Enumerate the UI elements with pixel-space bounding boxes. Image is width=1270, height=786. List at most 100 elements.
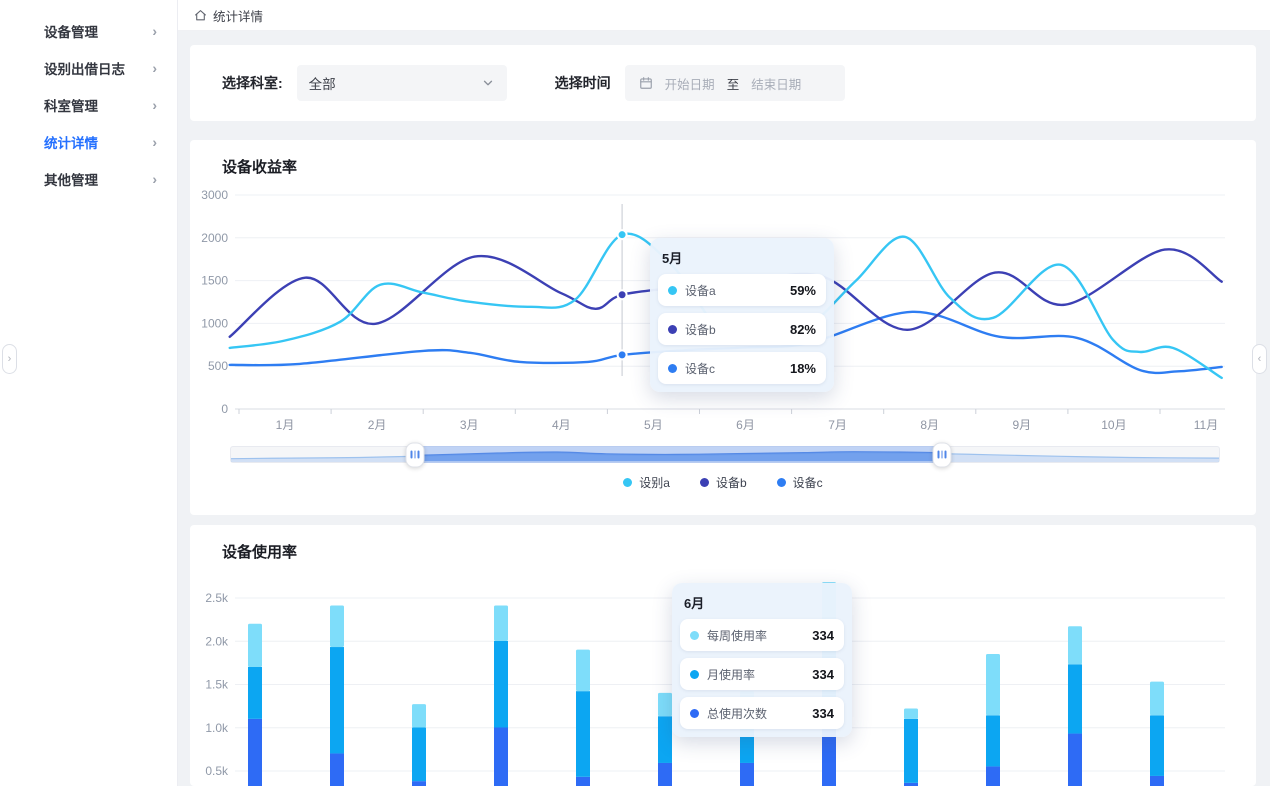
bar-segment-月使用率-6月[interactable] [658,716,672,763]
legend-item-series-c[interactable]: 设备c [777,474,823,491]
tooltip-row-label: 设备b [685,321,716,338]
datazoom-slider[interactable] [230,446,1220,463]
legend-label: 设备b [716,474,747,491]
usage-tooltip: 6月 每周使用率 334 月使用率 334 总使用次数 334 [672,583,852,737]
breadcrumb-title: 统计详情 [213,6,263,25]
svg-text:10月: 10月 [1101,418,1126,432]
legend-item-series-a[interactable]: 设别a [623,474,670,491]
panel-collapse-button[interactable]: ‹ [1252,344,1267,374]
bar-segment-月使用率-9月[interactable] [904,719,918,783]
bar-segment-每周使用率-5月[interactable] [576,650,590,692]
bar-segment-每周使用率-3月[interactable] [412,704,426,727]
svg-text:1500: 1500 [201,274,228,288]
svg-text:1000: 1000 [201,316,228,330]
sidebar-expand-button[interactable]: › [2,344,17,374]
hover-dot [618,290,627,299]
usage-chart-title: 设备使用率 [222,541,297,562]
revenue-chart-title: 设备收益率 [222,156,297,177]
svg-text:3月: 3月 [460,418,479,432]
start-date-placeholder[interactable]: 开始日期 [665,74,715,93]
tooltip-row-value: 18% [772,361,816,376]
tooltip-row-value: 334 [794,706,834,721]
bar-segment-每周使用率-1月[interactable] [248,624,262,667]
bar-segment-总使用次数-5月[interactable] [576,777,590,786]
bar-segment-月使用率-2月[interactable] [330,647,344,753]
sidebar-item-lending-log[interactable]: 设别出借日志 › [0,49,177,86]
bar-segment-每周使用率-6月[interactable] [658,693,672,716]
department-select-value: 全部 [309,73,336,93]
datazoom-right-handle[interactable] [932,442,951,467]
date-range-picker[interactable]: 开始日期 至 结束日期 [625,65,845,101]
bar-segment-月使用率-1月[interactable] [248,667,262,719]
tooltip-row: 月使用率 334 [680,658,844,690]
bar-segment-每周使用率-2月[interactable] [330,606,344,648]
bar-segment-总使用次数-10月[interactable] [986,766,1000,786]
svg-text:2000: 2000 [201,231,228,245]
bar-segment-总使用次数-6月[interactable] [658,763,672,786]
svg-text:6月: 6月 [736,418,755,432]
chevron-right-icon: › [152,24,157,38]
datazoom-window[interactable] [415,446,942,463]
svg-text:9月: 9月 [1012,418,1031,432]
svg-text:5月: 5月 [644,418,663,432]
datazoom-wave-selected [415,446,942,461]
bar-segment-月使用率-10月[interactable] [986,715,1000,766]
series-b-dot-icon [700,478,709,487]
weekly-usage-dot-icon [690,631,699,640]
bar-segment-月使用率-11月[interactable] [1068,664,1082,733]
svg-text:7月: 7月 [828,418,847,432]
legend-label: 设别a [639,474,670,491]
bar-segment-总使用次数-3月[interactable] [412,781,426,786]
bar-segment-每周使用率-9月[interactable] [904,708,918,718]
bar-segment-总使用次数-12月[interactable] [1150,776,1164,786]
sidebar-item-department-management[interactable]: 科室管理 › [0,86,177,123]
bar-segment-总使用次数-11月[interactable] [1068,734,1082,786]
tooltip-row-value: 59% [772,283,816,298]
chevron-right-icon: › [152,98,157,112]
bar-segment-月使用率-12月[interactable] [1150,715,1164,776]
breadcrumb: 统计详情 [178,0,1270,31]
bar-segment-总使用次数-1月[interactable] [248,719,262,786]
chevron-right-icon: › [152,135,157,149]
sidebar-item-statistics-detail[interactable]: 统计详情 › [0,123,177,160]
bar-segment-每周使用率-4月[interactable] [494,606,508,641]
legend-label: 设备c [793,474,823,491]
svg-text:8月: 8月 [920,418,939,432]
series-a-dot-icon [668,286,677,295]
hover-dot [618,230,627,239]
monthly-usage-dot-icon [690,670,699,679]
bar-segment-每周使用率-11月[interactable] [1068,626,1082,664]
tooltip-row-value: 82% [772,322,816,337]
bar-segment-每周使用率-12月[interactable] [1150,682,1164,716]
bar-segment-总使用次数-7月[interactable] [740,763,754,786]
bar-segment-总使用次数-4月[interactable] [494,728,508,786]
series-a-dot-icon [623,478,632,487]
bar-segment-月使用率-4月[interactable] [494,641,508,728]
bar-segment-月使用率-3月[interactable] [412,728,426,782]
bar-segment-总使用次数-2月[interactable] [330,753,344,786]
sidebar-item-device-management[interactable]: 设备管理 › [0,12,177,49]
tooltip-row: 设备b 82% [658,313,826,345]
tooltip-row-label: 月使用率 [707,666,755,683]
sidebar-item-label: 其他管理 [44,169,98,189]
department-select[interactable]: 全部 [297,65,507,101]
svg-text:11月: 11月 [1194,418,1218,432]
sidebar-item-label: 统计详情 [44,132,98,152]
sidebar-item-label: 设备管理 [44,21,98,41]
chevron-down-icon [481,76,495,90]
tooltip-row-value: 334 [794,628,834,643]
legend-item-series-b[interactable]: 设备b [700,474,747,491]
sidebar-item-other-management[interactable]: 其他管理 › [0,160,177,197]
svg-text:4月: 4月 [552,418,571,432]
tooltip-row-label: 总使用次数 [707,705,767,722]
bar-segment-月使用率-5月[interactable] [576,691,590,777]
svg-text:2.0k: 2.0k [205,634,229,648]
chevron-right-icon: › [152,61,157,75]
tooltip-row: 每周使用率 334 [680,619,844,651]
revenue-chart-card: 设备收益率 300020001500100050001月2月3月4月5月6月7月… [190,140,1256,515]
datazoom-left-handle[interactable] [406,442,425,467]
sidebar-item-label: 设别出借日志 [44,58,125,78]
end-date-placeholder[interactable]: 结束日期 [751,74,801,93]
bar-segment-每周使用率-10月[interactable] [986,654,1000,715]
tooltip-row-value: 334 [794,667,834,682]
